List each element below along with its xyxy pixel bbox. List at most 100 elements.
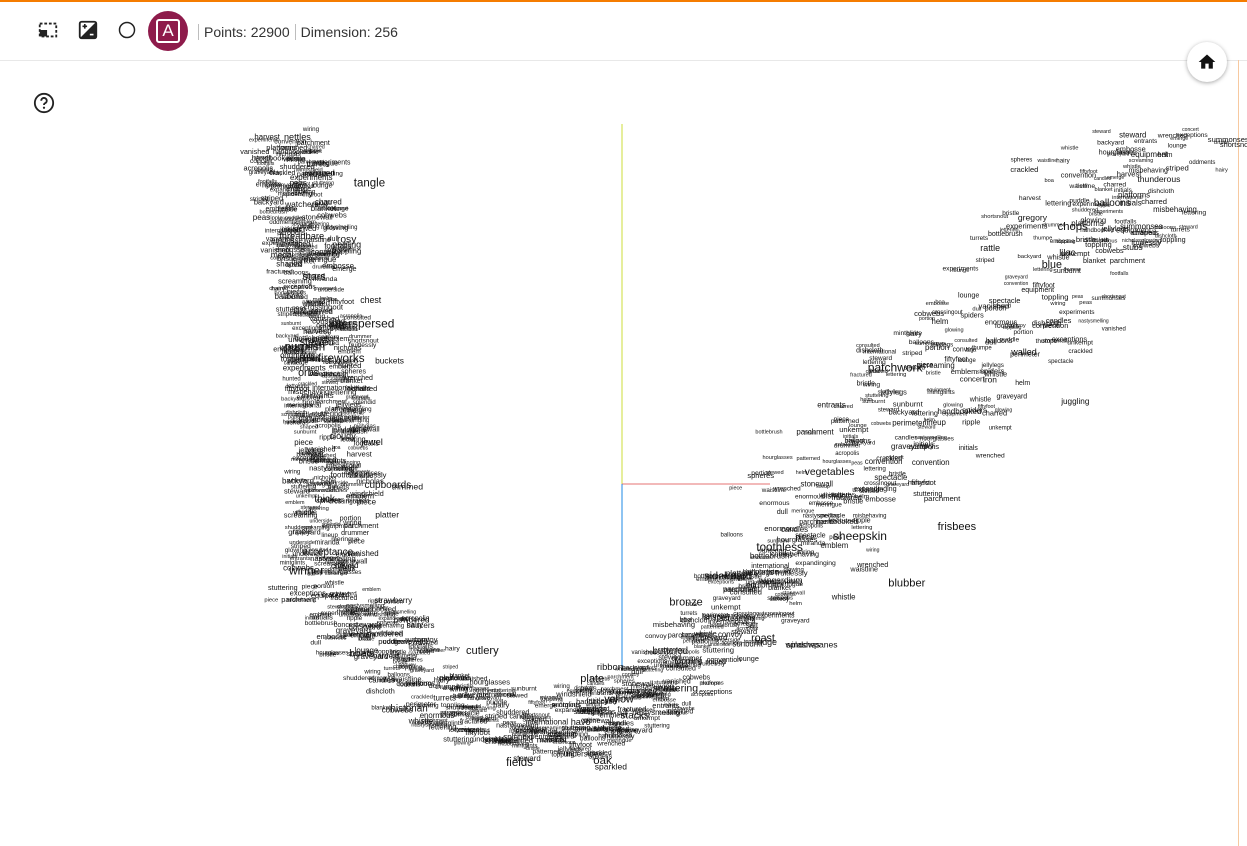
point-label: peas xyxy=(377,605,389,611)
point-label: patterned xyxy=(797,456,821,462)
point-label-large: thunderous xyxy=(1137,174,1180,184)
point-label: piece xyxy=(1043,322,1060,329)
point-label: hairy xyxy=(920,444,933,450)
point-label: sunburnt xyxy=(511,686,537,693)
point-label-large: yellow xyxy=(604,694,634,706)
point-label: portion xyxy=(340,514,362,522)
point-label-large: tangle xyxy=(354,177,385,189)
point-label-large: cupboards xyxy=(365,480,412,491)
point-label: graveyard xyxy=(781,618,810,625)
point-label: helm xyxy=(789,601,802,607)
point-label: parchment xyxy=(1110,256,1146,265)
point-label: charred xyxy=(1132,228,1156,237)
selection-rectangle-icon[interactable] xyxy=(34,16,62,44)
point-label: stewed xyxy=(767,595,788,602)
point-label: bristle xyxy=(857,381,876,388)
point-label: wiring xyxy=(363,668,381,675)
point-label: expandinging xyxy=(854,484,897,493)
point-label: piece xyxy=(834,416,850,423)
half-moon-icon[interactable] xyxy=(113,16,141,44)
point-label: fiftyfoot xyxy=(1080,169,1098,175)
point-label: wiring xyxy=(283,469,301,476)
stats-bar: Points: 22900 Dimension: 256 xyxy=(193,22,398,42)
point-label: entrants xyxy=(294,309,318,316)
point-label: balloons xyxy=(275,292,304,301)
point-label: convoy xyxy=(645,633,667,640)
point-label: cobwebs xyxy=(914,309,944,318)
point-label: thumpe xyxy=(1036,338,1058,345)
home-button[interactable] xyxy=(1187,42,1227,82)
point-label-large: watchers xyxy=(284,199,319,209)
point-label: spheres xyxy=(341,368,366,375)
point-label: sunburnt xyxy=(893,400,924,409)
point-label: hourglasses xyxy=(823,459,852,465)
point-label: striped xyxy=(976,257,995,264)
point-label: unkempt xyxy=(339,613,362,619)
point-label-large: fields xyxy=(506,757,533,769)
point-label: summonses xyxy=(1092,295,1126,302)
point-label: hunted xyxy=(494,738,511,744)
point-label-large: fireworks xyxy=(318,352,365,365)
point-label-large: ribbon xyxy=(597,661,623,672)
point-label: peas xyxy=(253,213,270,222)
point-label: shuddered xyxy=(366,629,403,638)
point-label: wrenched xyxy=(1157,132,1188,139)
point-label: wiring xyxy=(557,750,575,757)
point-label: dishcloth xyxy=(1148,188,1174,195)
toolbar: A Points: 22900 Dimension: 256 xyxy=(0,2,1247,61)
point-label-large: havo xyxy=(571,717,591,727)
point-label: helm xyxy=(321,478,336,486)
point-label: bristle xyxy=(1214,140,1229,146)
label-toggle-button[interactable]: A xyxy=(148,11,188,51)
point-label: hourglasses xyxy=(520,715,551,721)
embedding-projection-canvas[interactable]: jellylegs bristle striped acropolis whistle e… xyxy=(0,60,1247,846)
point-label-large: balloons xyxy=(1094,198,1131,209)
point-label: enormous xyxy=(1092,239,1117,245)
point-label: whistle xyxy=(831,593,856,602)
point-label: charred xyxy=(1141,197,1167,206)
point-label: hourglasses xyxy=(763,455,793,461)
point-label: blanket xyxy=(1083,257,1106,265)
point-label: entrants xyxy=(817,400,846,409)
point-label: experiments xyxy=(1059,309,1095,316)
point-label-large: scattering xyxy=(653,683,699,695)
point-label: lounge xyxy=(1168,142,1187,149)
point-label: hairy xyxy=(1215,168,1228,174)
point-label: harvest xyxy=(254,133,280,142)
point-label: fruitlessly xyxy=(295,410,326,419)
point-label: consulted xyxy=(325,466,353,473)
point-label: ripple xyxy=(307,148,322,154)
point-label: spectacle xyxy=(817,513,846,520)
point-label-large: stars xyxy=(303,271,326,283)
point-label-large: medal xyxy=(271,250,294,260)
point-label-large: cloudy xyxy=(330,431,357,441)
point-label: vanished xyxy=(461,675,488,682)
point-label-large: gregory xyxy=(1018,212,1048,222)
contrast-box-icon[interactable] xyxy=(74,16,102,44)
point-label: unkempt xyxy=(989,425,1012,431)
point-label: hairy xyxy=(434,676,450,685)
point-label: convention xyxy=(681,631,713,638)
point-label-large: winner xyxy=(288,564,324,578)
point-label: enormous xyxy=(764,524,798,533)
point-label: parchment xyxy=(796,428,834,437)
point-label: whistle xyxy=(324,580,344,587)
point-label: screaming xyxy=(621,667,646,673)
point-label-large: thick xyxy=(314,494,336,505)
point-label-large: stacks xyxy=(620,710,649,721)
point-label: bottlebrush xyxy=(305,620,338,627)
point-label: graveyard xyxy=(314,286,337,292)
point-label: backyard xyxy=(852,441,876,447)
point-label-large: material xyxy=(537,735,567,745)
point-label-large: bronze xyxy=(669,597,702,609)
point-label: backyard xyxy=(889,407,920,416)
point-label-large: wingardium xyxy=(758,575,803,585)
point-label: fruitlessly xyxy=(698,661,726,668)
point-label: hairy xyxy=(1056,158,1070,165)
point-label: ripple xyxy=(685,659,702,666)
point-label-large: interspersed xyxy=(329,317,394,331)
point-label: stewed xyxy=(766,470,784,476)
point-label-large: patchwork xyxy=(868,360,924,374)
point-label: initials xyxy=(664,703,679,709)
point-label: backyard xyxy=(1018,254,1042,260)
